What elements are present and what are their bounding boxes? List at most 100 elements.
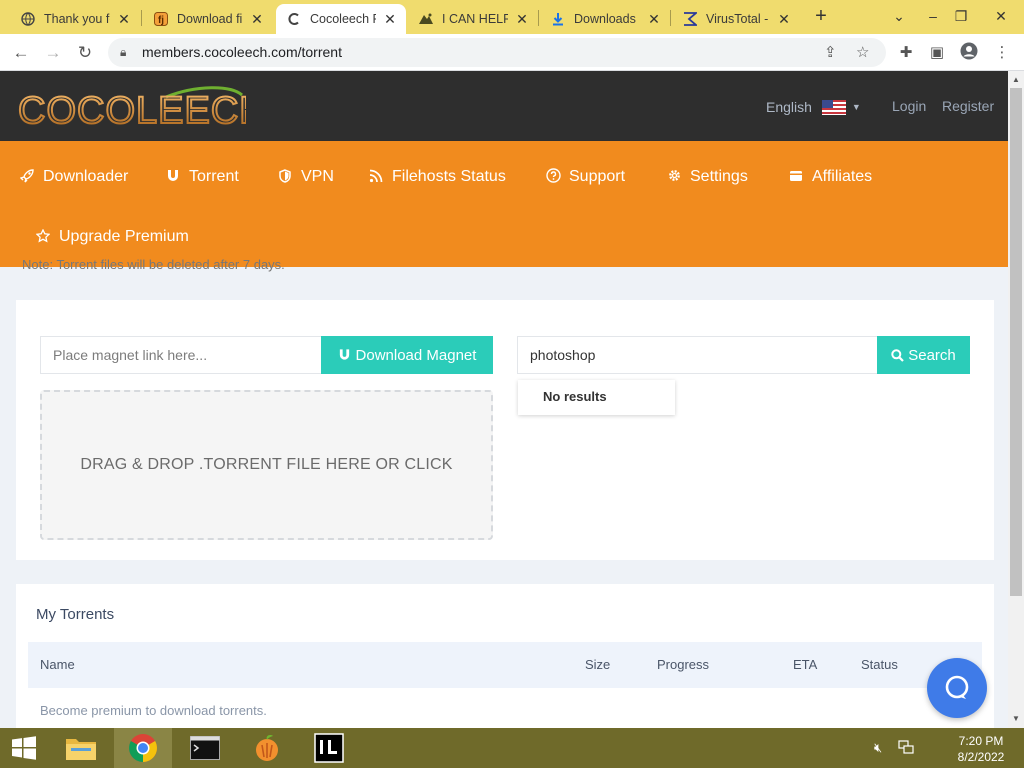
nav-item-vpn[interactable]: VPN bbox=[278, 168, 334, 186]
close-icon[interactable]: ✕ bbox=[116, 11, 132, 28]
browser-tab[interactable]: fj Download fil ✕ bbox=[143, 4, 273, 34]
tab-separator bbox=[538, 10, 539, 26]
close-icon[interactable]: ✕ bbox=[776, 11, 792, 28]
browser-tab[interactable]: Downloads ✕ bbox=[540, 4, 670, 34]
profile-avatar-icon[interactable] bbox=[958, 42, 980, 64]
chat-bubble-icon bbox=[943, 674, 971, 702]
magnet-link-input[interactable] bbox=[40, 336, 322, 374]
close-icon[interactable]: ✕ bbox=[646, 11, 662, 28]
nav-item-upgrade-premium[interactable]: Upgrade Premium bbox=[35, 227, 189, 246]
magnet-icon bbox=[338, 348, 351, 362]
taskbar-terminal[interactable] bbox=[176, 728, 234, 768]
us-flag-icon bbox=[821, 99, 846, 115]
scroll-up-icon[interactable]: ▲ bbox=[1008, 72, 1024, 88]
language-label: English bbox=[766, 99, 812, 115]
taskbar-chrome[interactable] bbox=[114, 728, 172, 768]
volume-muted-icon[interactable]: 🔇︎ bbox=[874, 740, 882, 756]
lock-icon[interactable]: 🔒︎ bbox=[120, 45, 126, 60]
taskbar-fl-studio[interactable] bbox=[238, 728, 296, 768]
folder-icon bbox=[65, 734, 97, 762]
column-header[interactable]: Status bbox=[861, 657, 898, 672]
nav-item-torrent[interactable]: Torrent bbox=[166, 168, 239, 186]
search-input[interactable] bbox=[517, 336, 878, 374]
nav-label: Upgrade Premium bbox=[59, 228, 189, 245]
search-button[interactable]: Search bbox=[877, 336, 970, 374]
browser-tab-active[interactable]: Cocoleech Pr ✕ bbox=[276, 4, 406, 34]
side-panel-icon[interactable]: ▣ bbox=[926, 42, 948, 64]
taskbar-intellij[interactable] bbox=[300, 728, 358, 768]
nav-item-support[interactable]: Support bbox=[546, 168, 625, 186]
menu-kebab-icon[interactable]: ⋮ bbox=[991, 42, 1013, 64]
chrome-icon bbox=[128, 733, 158, 763]
column-header[interactable]: Size bbox=[585, 657, 610, 672]
nav-item-downloader[interactable]: Downloader bbox=[19, 168, 129, 186]
tab-label: VirusTotal - F bbox=[706, 12, 770, 26]
nav-item-filehosts-status[interactable]: Filehosts Status bbox=[369, 168, 506, 186]
close-icon[interactable]: ✕ bbox=[382, 11, 398, 28]
search-button-label: Search bbox=[908, 346, 956, 364]
tab-separator bbox=[141, 10, 142, 26]
column-header[interactable]: ETA bbox=[793, 657, 817, 672]
nav-label: Downloader bbox=[43, 168, 129, 185]
cocoleech-logo[interactable]: COCOLEECH bbox=[16, 83, 268, 134]
bookmark-star-icon[interactable]: ☆ bbox=[856, 43, 869, 61]
tab-label: I CAN HELP Y bbox=[442, 12, 508, 26]
nav-item-affiliates[interactable]: Affiliates bbox=[789, 168, 872, 186]
scroll-down-icon[interactable]: ▼ bbox=[1008, 711, 1024, 727]
my-torrents-title: My Torrents bbox=[36, 606, 115, 623]
forward-button[interactable]: → bbox=[40, 40, 66, 66]
tab-label: Download fil bbox=[177, 12, 243, 26]
language-selector[interactable]: English ▼ bbox=[766, 99, 861, 115]
close-window-button[interactable]: ✕ bbox=[984, 2, 1018, 30]
share-icon[interactable]: ⇪ bbox=[824, 43, 837, 61]
clock-date: 8/2/2022 bbox=[957, 750, 1005, 764]
reload-button[interactable]: ↻ bbox=[72, 40, 98, 66]
rss-icon bbox=[369, 169, 383, 186]
cocoleech-icon bbox=[286, 11, 302, 27]
globe-icon bbox=[20, 11, 36, 27]
search-results-dropdown: No results bbox=[518, 380, 675, 415]
filehost-icon: fj bbox=[153, 11, 169, 27]
magnet-icon bbox=[166, 169, 180, 186]
nav-label: Support bbox=[569, 168, 626, 185]
address-bar[interactable]: 🔒︎ members.cocoleech.com/torrent ⇪ ☆ bbox=[108, 38, 886, 67]
scrollbar-thumb[interactable] bbox=[1010, 88, 1022, 596]
torrents-table-header: Name Size Progress ETA Status bbox=[28, 642, 982, 688]
rocket-icon bbox=[19, 168, 34, 186]
column-header[interactable]: Progress bbox=[657, 657, 709, 672]
start-button[interactable] bbox=[0, 728, 48, 768]
nav-label: Affiliates bbox=[812, 168, 873, 185]
new-tab-button[interactable]: + bbox=[808, 5, 834, 29]
help-icon bbox=[546, 168, 561, 186]
virustotal-icon bbox=[682, 11, 698, 27]
chevron-down-icon: ▼ bbox=[851, 102, 861, 112]
register-link[interactable]: Register bbox=[942, 98, 994, 114]
back-button[interactable]: ← bbox=[8, 40, 34, 66]
logo-coco-text: COCOLEECH bbox=[18, 90, 246, 131]
download-magnet-button[interactable]: Download Magnet bbox=[321, 336, 493, 374]
network-icon[interactable] bbox=[898, 740, 914, 757]
close-icon[interactable]: ✕ bbox=[249, 11, 265, 28]
tab-separator bbox=[670, 10, 671, 26]
extensions-icon[interactable]: ✚ bbox=[895, 42, 917, 64]
nav-label: Torrent bbox=[189, 168, 239, 185]
restore-button[interactable]: ❐ bbox=[944, 2, 978, 30]
dropzone-text: DRAG & DROP .TORRENT FILE HERE OR CLICK bbox=[80, 456, 453, 473]
star-icon bbox=[35, 227, 51, 246]
tab-label: Downloads bbox=[574, 12, 636, 26]
nav-item-settings[interactable]: Settings bbox=[667, 168, 748, 186]
browser-tab[interactable]: VirusTotal - F ✕ bbox=[672, 4, 800, 34]
torrent-dropzone[interactable]: DRAG & DROP .TORRENT FILE HERE OR CLICK bbox=[40, 390, 493, 540]
browser-tab[interactable]: Thank you fo ✕ bbox=[10, 4, 140, 34]
taskbar-file-explorer[interactable] bbox=[52, 728, 110, 768]
download-icon bbox=[550, 11, 566, 27]
close-icon[interactable]: ✕ bbox=[514, 11, 530, 28]
chat-support-button[interactable] bbox=[927, 658, 987, 718]
search-icon bbox=[891, 348, 905, 362]
tab-search-icon[interactable]: ⌄ bbox=[882, 2, 916, 30]
login-link[interactable]: Login bbox=[892, 98, 926, 114]
card-icon bbox=[789, 169, 803, 186]
system-clock[interactable]: 7:20 PM 8/2/2022 bbox=[948, 733, 1014, 765]
column-header[interactable]: Name bbox=[40, 657, 75, 672]
browser-tab[interactable]: I CAN HELP Y ✕ bbox=[408, 4, 538, 34]
